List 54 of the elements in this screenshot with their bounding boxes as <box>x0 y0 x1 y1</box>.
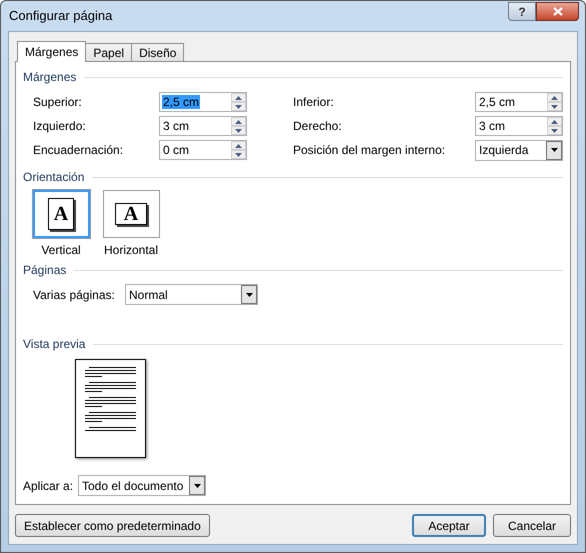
field-label: Aplicar a: <box>23 478 74 494</box>
help-button[interactable]: ? <box>508 2 536 20</box>
dropdown[interactable]: Izquierda <box>475 140 563 160</box>
dropdown[interactable]: Todo el documento <box>78 475 206 496</box>
field-value: 3 cm <box>162 119 190 133</box>
spin-down-icon[interactable] <box>231 102 246 111</box>
spin-up-icon[interactable] <box>547 93 562 102</box>
close-button[interactable] <box>536 2 579 20</box>
dropdown-value: Todo el documento <box>81 478 184 494</box>
window-title: Configurar página <box>9 7 114 26</box>
spin-up-icon[interactable] <box>547 117 562 126</box>
section-heading: Vista previa <box>23 336 86 353</box>
dropdown-value: Izquierda <box>478 142 530 159</box>
dropdown-value: Normal <box>128 286 169 304</box>
orientation-button[interactable]: A <box>32 190 90 238</box>
field-label: Posición del margen interno: <box>293 142 446 159</box>
section-heading: Márgenes <box>23 69 76 86</box>
section-heading: Orientación <box>23 169 84 186</box>
spin-up-icon[interactable] <box>231 141 246 150</box>
field-value: 3 cm <box>478 119 506 133</box>
spin-up-icon[interactable] <box>231 117 246 126</box>
spin-field[interactable]: 2,5 cm <box>159 92 247 112</box>
spin-field[interactable]: 0 cm <box>159 140 247 160</box>
page-icon: A <box>48 198 74 230</box>
orientation-label: Vertical <box>41 242 81 259</box>
orientation-label: Horizontal <box>104 242 158 259</box>
field-value: 0 cm <box>162 143 190 157</box>
spin-down-icon[interactable] <box>231 150 246 159</box>
field-label: Derecho: <box>293 118 343 135</box>
spin-down-icon[interactable] <box>231 126 246 135</box>
field-value: 2,5 cm <box>162 95 200 109</box>
field-label: Encuadernación: <box>33 142 124 159</box>
dialog-button[interactable]: Establecer como predeterminado <box>15 514 210 537</box>
tab[interactable]: Diseño <box>131 43 184 61</box>
spin-field[interactable]: 3 cm <box>475 116 563 136</box>
field-label: Inferior: <box>293 94 335 111</box>
spin-down-icon[interactable] <box>547 126 562 135</box>
field-label: Superior: <box>33 94 83 111</box>
spin-down-icon[interactable] <box>547 102 562 111</box>
spin-field[interactable]: 3 cm <box>159 116 247 136</box>
tab[interactable]: Márgenes <box>17 41 86 62</box>
tab[interactable]: Papel <box>85 43 132 61</box>
section-heading: Páginas <box>23 262 66 279</box>
dialog-button[interactable]: Aceptar <box>412 514 486 537</box>
close-icon <box>552 6 562 16</box>
field-value: 2,5 cm <box>478 95 516 109</box>
dialog-button[interactable]: Cancelar <box>493 514 571 537</box>
page-icon: A <box>115 203 147 225</box>
orientation-button[interactable]: A <box>102 190 160 238</box>
spin-up-icon[interactable] <box>231 93 246 102</box>
spin-field[interactable]: 2,5 cm <box>475 92 563 112</box>
field-label: Izquierdo: <box>33 118 87 135</box>
dropdown[interactable]: Normal <box>125 284 258 305</box>
field-label: Varias páginas: <box>33 286 116 304</box>
